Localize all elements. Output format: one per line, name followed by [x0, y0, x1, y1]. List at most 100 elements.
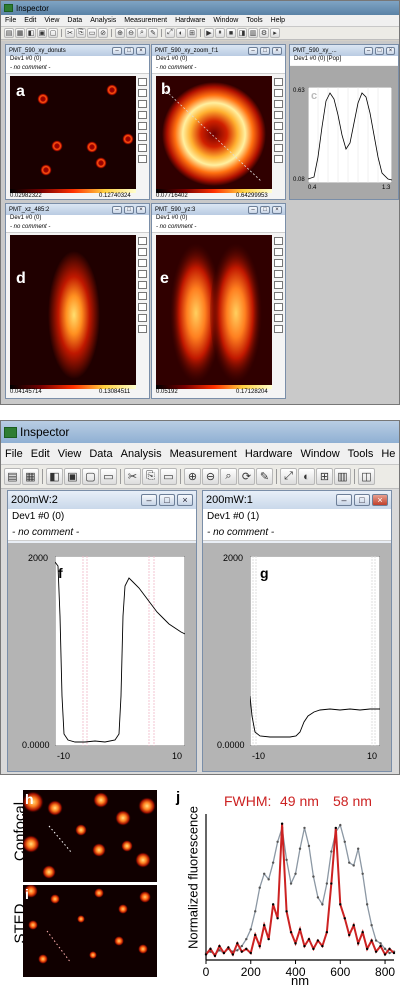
print-icon[interactable]: ▢ [82, 468, 99, 485]
tool-icon[interactable] [138, 155, 147, 163]
tool-icon[interactable] [138, 78, 147, 86]
layout-icon[interactable]: ⊞ [187, 28, 197, 38]
tool-icon[interactable] [274, 248, 283, 256]
maximize-button[interactable]: □ [124, 46, 134, 55]
tool-icon[interactable] [274, 100, 283, 108]
panel-g-window[interactable]: 200mW:1 – □ × Dev1 #0 (1) - no comment - g… [202, 490, 392, 772]
print-icon[interactable]: ▢ [48, 28, 58, 38]
minimize-button[interactable]: – [248, 46, 258, 55]
close-button[interactable]: × [272, 46, 282, 55]
tool-icon[interactable] [274, 89, 283, 97]
top-menu-data[interactable]: Data [63, 17, 86, 24]
close-button[interactable]: × [177, 494, 193, 506]
top-menu-view[interactable]: View [40, 17, 63, 24]
contrast-icon[interactable]: ◐ [176, 28, 186, 38]
window-icon[interactable]: ◫ [358, 468, 375, 485]
bottom-menu-tools[interactable]: Tools [344, 448, 378, 460]
tool-icon[interactable] [274, 292, 283, 300]
panel-e-window[interactable]: PMT_590_yz:3 – □ × Dev1 #0 (0) - no commen… [151, 203, 286, 399]
grid-icon[interactable]: ▦ [22, 468, 39, 485]
panel-g-titlebar[interactable]: 200mW:1 – □ × [203, 491, 391, 509]
panel-c-titlebar[interactable]: PMT_590_xy_... – □ × [290, 45, 398, 56]
tool-icon[interactable] [138, 281, 147, 289]
bottom-menu-analysis[interactable]: Analysis [117, 448, 166, 460]
minimize-button[interactable]: – [112, 46, 122, 55]
expand-icon[interactable]: ⤢ [165, 28, 175, 38]
top-window-titlebar[interactable]: Inspector [1, 1, 399, 15]
tool-icon[interactable] [274, 78, 283, 86]
pause-icon[interactable]: ⏸ [215, 28, 225, 38]
page-icon[interactable]: ▭ [100, 468, 117, 485]
bottom-menu-data[interactable]: Data [85, 448, 116, 460]
tool-icon[interactable] [138, 144, 147, 152]
tool-icon[interactable] [138, 248, 147, 256]
zoom-icon[interactable]: ⌕ [137, 28, 147, 38]
delete-icon[interactable]: ⊘ [98, 28, 108, 38]
copy-icon[interactable]: ⎘ [76, 28, 86, 38]
minimize-button[interactable]: – [141, 494, 157, 506]
tool-icon[interactable] [274, 325, 283, 333]
tool-icon[interactable] [274, 281, 283, 289]
tool-icon[interactable] [138, 122, 147, 130]
tool-icon[interactable] [138, 237, 147, 245]
contrast-icon[interactable]: ◐ [298, 468, 315, 485]
pencil-icon[interactable]: ✎ [148, 28, 158, 38]
maximize-button[interactable]: □ [354, 494, 370, 506]
top-menu-window[interactable]: Window [209, 17, 242, 24]
tool-icon[interactable] [138, 292, 147, 300]
tool-icon[interactable] [138, 270, 147, 278]
play-icon[interactable]: ▶ [204, 28, 214, 38]
tool-icon[interactable] [138, 111, 147, 119]
tool-icon[interactable] [274, 122, 283, 130]
expand-icon[interactable]: ⤢ [280, 468, 297, 485]
tool-icon[interactable] [274, 144, 283, 152]
maximize-button[interactable]: □ [260, 46, 270, 55]
top-menu-analysis[interactable]: Analysis [86, 17, 120, 24]
paste-icon[interactable]: ▭ [160, 468, 177, 485]
close-button[interactable]: × [136, 205, 146, 214]
tool-icon[interactable] [138, 314, 147, 322]
bottom-menu-edit[interactable]: Edit [27, 448, 54, 460]
tool-icon[interactable] [138, 89, 147, 97]
panel-b-window[interactable]: PMT_590_xy_zoom_f:1 – □ × Dev1 #0 (0) - no… [151, 44, 286, 200]
pencil-icon[interactable]: ✎ [256, 468, 273, 485]
top-menu-help[interactable]: Help [267, 17, 289, 24]
panel-d-window[interactable]: PMT_xz_485:2 – □ × Dev1 #0 (0) - no commen… [5, 203, 150, 399]
tool-icon[interactable] [274, 133, 283, 141]
tool-icon[interactable] [274, 237, 283, 245]
maximize-button[interactable]: □ [375, 46, 384, 55]
close-button[interactable]: × [386, 46, 395, 55]
zoom-in-icon[interactable]: ⊕ [184, 468, 201, 485]
tool-icon[interactable] [274, 270, 283, 278]
more-icon[interactable]: ▸ [270, 28, 280, 38]
minimize-button[interactable]: – [112, 205, 122, 214]
top-menu-measurement[interactable]: Measurement [120, 17, 171, 24]
cut-icon[interactable]: ✂ [124, 468, 141, 485]
panel-e-titlebar[interactable]: PMT_590_yz:3 – □ × [152, 204, 285, 215]
tool-icon[interactable] [138, 100, 147, 108]
bottom-window-titlebar[interactable]: Inspector [1, 421, 399, 443]
open-icon[interactable]: ◧ [26, 28, 36, 38]
bottom-menu-hardware[interactable]: Hardware [241, 448, 297, 460]
zoom-out-icon[interactable]: ⊖ [202, 468, 219, 485]
tool-icon[interactable] [274, 155, 283, 163]
panel-a-window[interactable]: PMT_590_xy_donuts – □ × Dev1 #0 (0) - no c… [5, 44, 150, 200]
top-menu-tools[interactable]: Tools [242, 17, 266, 24]
maximize-button[interactable]: □ [124, 205, 134, 214]
panel-f-titlebar[interactable]: 200mW:2 – □ × [8, 491, 196, 509]
copy-icon[interactable]: ⎘ [142, 468, 159, 485]
close-button[interactable]: × [272, 205, 282, 214]
panel-icon[interactable]: ◨ [237, 28, 247, 38]
bottom-menu-measurement[interactable]: Measurement [166, 448, 241, 460]
open-icon[interactable]: ◧ [46, 468, 63, 485]
save-icon[interactable]: ▣ [37, 28, 47, 38]
top-menu-hardware[interactable]: Hardware [171, 17, 209, 24]
gear-icon[interactable]: ⚙ [259, 28, 269, 38]
minimize-button[interactable]: – [336, 494, 352, 506]
tool-icon[interactable] [274, 111, 283, 119]
tool-icon[interactable] [274, 314, 283, 322]
panel-b-titlebar[interactable]: PMT_590_xy_zoom_f:1 – □ × [152, 45, 285, 56]
maximize-button[interactable]: □ [159, 494, 175, 506]
bottom-menu-he[interactable]: He [377, 448, 399, 460]
refresh-icon[interactable]: ⟳ [238, 468, 255, 485]
